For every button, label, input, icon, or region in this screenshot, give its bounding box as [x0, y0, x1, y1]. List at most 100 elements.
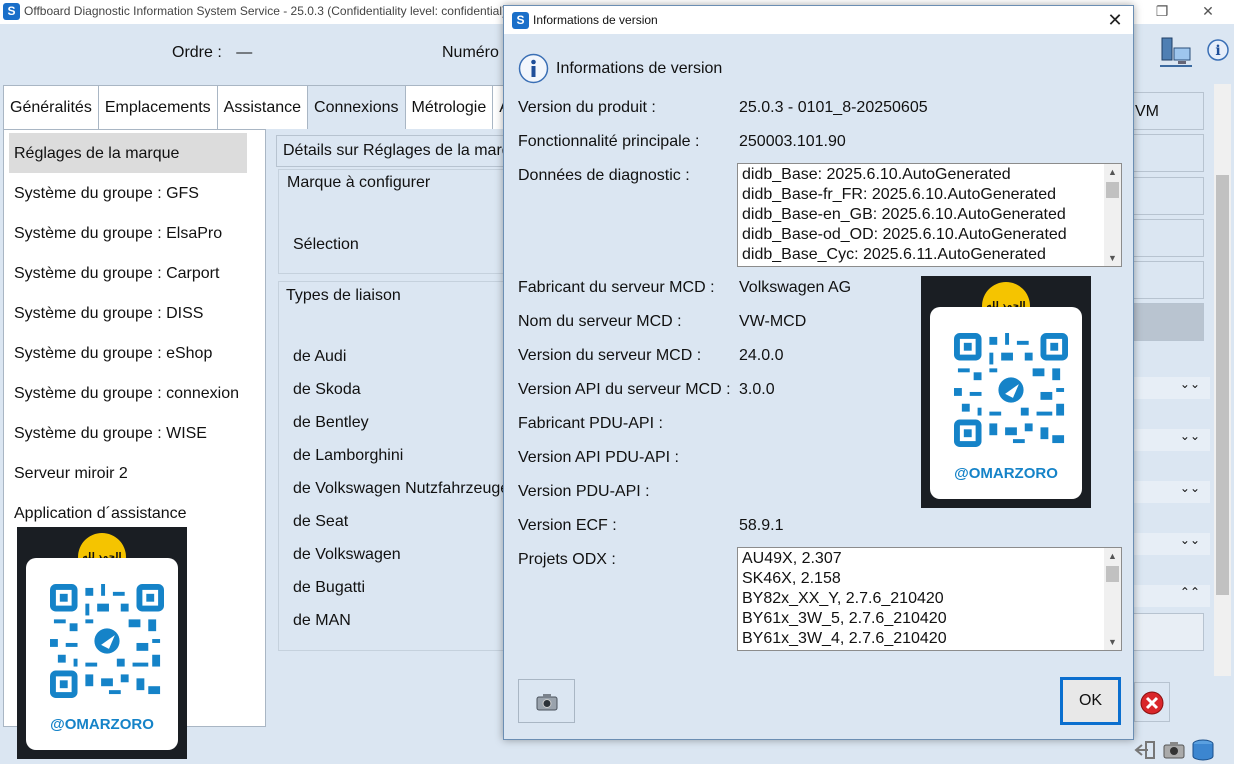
- diag-data-item[interactable]: didb_Base_Cyc: 2025.6.11.AutoGenerated: [742, 245, 1046, 265]
- product-version-label: Version du produit :: [518, 99, 656, 116]
- odx-project-item[interactable]: BY61x_3W_5, 2.7.6_210420: [742, 609, 947, 629]
- diag-data-item[interactable]: didb_Base: 2025.6.10.AutoGenerated: [742, 165, 1011, 185]
- scroll-down-icon[interactable]: ▼: [1104, 250, 1121, 266]
- tab-assistance[interactable]: Assistance: [216, 85, 309, 129]
- odx-scrollbar[interactable]: ▲ ▼: [1104, 548, 1121, 650]
- version-info-dialog: S Informations de version ✕ Informations…: [503, 5, 1134, 740]
- close-window-icon[interactable]: ✕: [1190, 0, 1226, 24]
- right-button-3[interactable]: [1132, 177, 1204, 215]
- screenshot-button[interactable]: [518, 679, 575, 723]
- selection-label: Sélection: [293, 236, 359, 253]
- left-item-diss[interactable]: Système du groupe : DISS: [14, 305, 203, 323]
- diag-data-scrollbar[interactable]: ▲ ▼: [1104, 164, 1121, 266]
- qr-handle-text: @OMARZORO: [50, 716, 154, 733]
- expand-chevron-icon[interactable]: ⌃⌃: [1132, 585, 1210, 607]
- mcd-version-label: Version du serveur MCD :: [518, 347, 702, 364]
- link-types-label: Types de liaison: [286, 287, 401, 304]
- ecf-version-value: 58.9.1: [739, 517, 784, 534]
- scroll-up-icon[interactable]: ▲: [1104, 164, 1121, 180]
- database-icon[interactable]: [1190, 738, 1216, 764]
- diag-data-listbox[interactable]: didb_Base: 2025.6.10.AutoGenerated didb_…: [737, 163, 1122, 267]
- right-button-2[interactable]: [1132, 134, 1204, 172]
- right-field-bottom[interactable]: [1132, 613, 1204, 651]
- app-logo-icon: S: [3, 3, 20, 20]
- product-version-value: 25.0.3 - 0101_8-20250605: [739, 99, 928, 116]
- left-item-elsapro[interactable]: Système du groupe : ElsaPro: [14, 225, 222, 243]
- qr-overlay-right: الحمد لله @OMARZORO: [921, 276, 1091, 508]
- qr-code-icon: [50, 584, 164, 698]
- mcd-api-label: Version API du serveur MCD :: [518, 381, 731, 398]
- cancel-button[interactable]: [1134, 682, 1170, 722]
- qr-card-inner: @OMARZORO: [930, 307, 1082, 499]
- ok-button[interactable]: OK: [1060, 677, 1121, 725]
- ecf-version-label: Version ECF :: [518, 517, 617, 534]
- dialog-title: Informations de version: [533, 13, 658, 27]
- left-item-assistance-app[interactable]: Application d´assistance: [14, 505, 187, 523]
- brand-volkswagen[interactable]: de Volkswagen: [293, 546, 401, 564]
- qr-handle-text: @OMARZORO: [954, 465, 1058, 482]
- dialog-heading: Informations de version: [556, 60, 723, 77]
- diag-data-scroll-thumb[interactable]: [1106, 182, 1119, 198]
- mcd-name-label: Nom du serveur MCD :: [518, 313, 682, 330]
- collapse-chevron-icon-3[interactable]: ⌄⌄: [1132, 481, 1210, 503]
- odx-project-item[interactable]: BY61x_3W_4, 2.7.6_210420: [742, 629, 947, 649]
- dialog-app-icon: S: [512, 12, 529, 29]
- brand-lamborghini[interactable]: de Lamborghini: [293, 447, 403, 465]
- left-item-connexion[interactable]: Système du groupe : connexion: [14, 385, 239, 403]
- odx-projects-listbox[interactable]: AU49X, 2.307 SK46X, 2.158 BY82x_XX_Y, 2.…: [737, 547, 1122, 651]
- right-button-6[interactable]: [1132, 303, 1204, 341]
- left-item-carport[interactable]: Système du groupe : Carport: [14, 265, 219, 283]
- tab-metrologie[interactable]: Métrologie: [404, 85, 494, 129]
- brand-bugatti[interactable]: de Bugatti: [293, 579, 365, 597]
- odx-project-item[interactable]: AU49X, 2.307: [742, 549, 842, 569]
- brand-bentley[interactable]: de Bentley: [293, 414, 369, 432]
- tab-generalites[interactable]: Généralités: [3, 85, 99, 129]
- main-feature-value: 250003.101.90: [739, 133, 846, 150]
- odx-project-item[interactable]: SK46X, 2.158: [742, 569, 841, 589]
- link-types-group: Types de liaison de Audi de Skoda de Ben…: [278, 281, 509, 651]
- mcd-api-value: 3.0.0: [739, 381, 775, 398]
- right-button-4[interactable]: [1132, 219, 1204, 257]
- brand-audi[interactable]: de Audi: [293, 348, 346, 366]
- left-item-wise[interactable]: Système du groupe : WISE: [14, 425, 207, 443]
- qr-code-icon: [954, 333, 1068, 447]
- diag-data-item[interactable]: didb_Base-od_OD: 2025.6.10.AutoGenerated: [742, 225, 1067, 245]
- brand-skoda[interactable]: de Skoda: [293, 381, 361, 399]
- brand-config-label: Marque à configurer: [287, 174, 431, 191]
- scroll-up-icon[interactable]: ▲: [1104, 548, 1121, 564]
- left-item-brand-settings[interactable]: Réglages de la marque: [14, 145, 179, 163]
- info-help-icon[interactable]: i: [1206, 38, 1230, 67]
- diag-data-item[interactable]: didb_Base-en_GB: 2025.6.10.AutoGenerated: [742, 205, 1066, 225]
- odx-project-item[interactable]: BY82x_XX_Y, 2.7.6_210420: [742, 589, 944, 609]
- network-computer-icon[interactable]: [1158, 34, 1194, 75]
- left-item-mirror-server[interactable]: Serveur miroir 2: [14, 465, 128, 483]
- brand-details-panel: Détails sur Réglages de la marque Marque…: [276, 135, 509, 651]
- brand-seat[interactable]: de Seat: [293, 513, 348, 531]
- pdu-version-label: Version PDU-API :: [518, 483, 650, 500]
- brand-vw-nutzfahrzeuge[interactable]: de Volkswagen Nutzfahrzeuge: [293, 480, 509, 498]
- collapse-chevron-icon-2[interactable]: ⌄⌄: [1132, 429, 1210, 451]
- restore-icon[interactable]: ❐: [1144, 0, 1180, 24]
- order-value: —: [236, 44, 253, 61]
- vm-button[interactable]: VM: [1132, 92, 1204, 130]
- settings-tabs: Généralités Emplacements Assistance Conn…: [3, 85, 517, 129]
- collapse-chevron-icon-4[interactable]: ⌄⌄: [1132, 533, 1210, 555]
- main-scrollbar-thumb[interactable]: [1216, 175, 1229, 595]
- collapse-chevron-icon-1[interactable]: ⌄⌄: [1132, 377, 1210, 399]
- right-button-5[interactable]: [1132, 261, 1204, 299]
- mcd-name-value: VW-MCD: [739, 313, 807, 330]
- diag-data-item[interactable]: didb_Base-fr_FR: 2025.6.10.AutoGenerated: [742, 185, 1056, 205]
- camera-icon-small[interactable]: [1162, 740, 1186, 764]
- tab-emplacements[interactable]: Emplacements: [97, 85, 218, 129]
- left-item-gfs[interactable]: Système du groupe : GFS: [14, 185, 199, 203]
- brand-man[interactable]: de MAN: [293, 612, 351, 630]
- odx-scroll-thumb[interactable]: [1106, 566, 1119, 582]
- left-item-eshop[interactable]: Système du groupe : eShop: [14, 345, 212, 363]
- main-window-title: Offboard Diagnostic Information System S…: [24, 4, 507, 18]
- order-field: Ordre : —: [172, 44, 252, 62]
- exit-icon[interactable]: [1134, 740, 1158, 764]
- pdu-maker-label: Fabricant PDU-API :: [518, 415, 663, 432]
- scroll-down-icon[interactable]: ▼: [1104, 634, 1121, 650]
- tab-connexions[interactable]: Connexions: [307, 85, 406, 129]
- dialog-close-icon[interactable]: ✕: [1103, 8, 1127, 32]
